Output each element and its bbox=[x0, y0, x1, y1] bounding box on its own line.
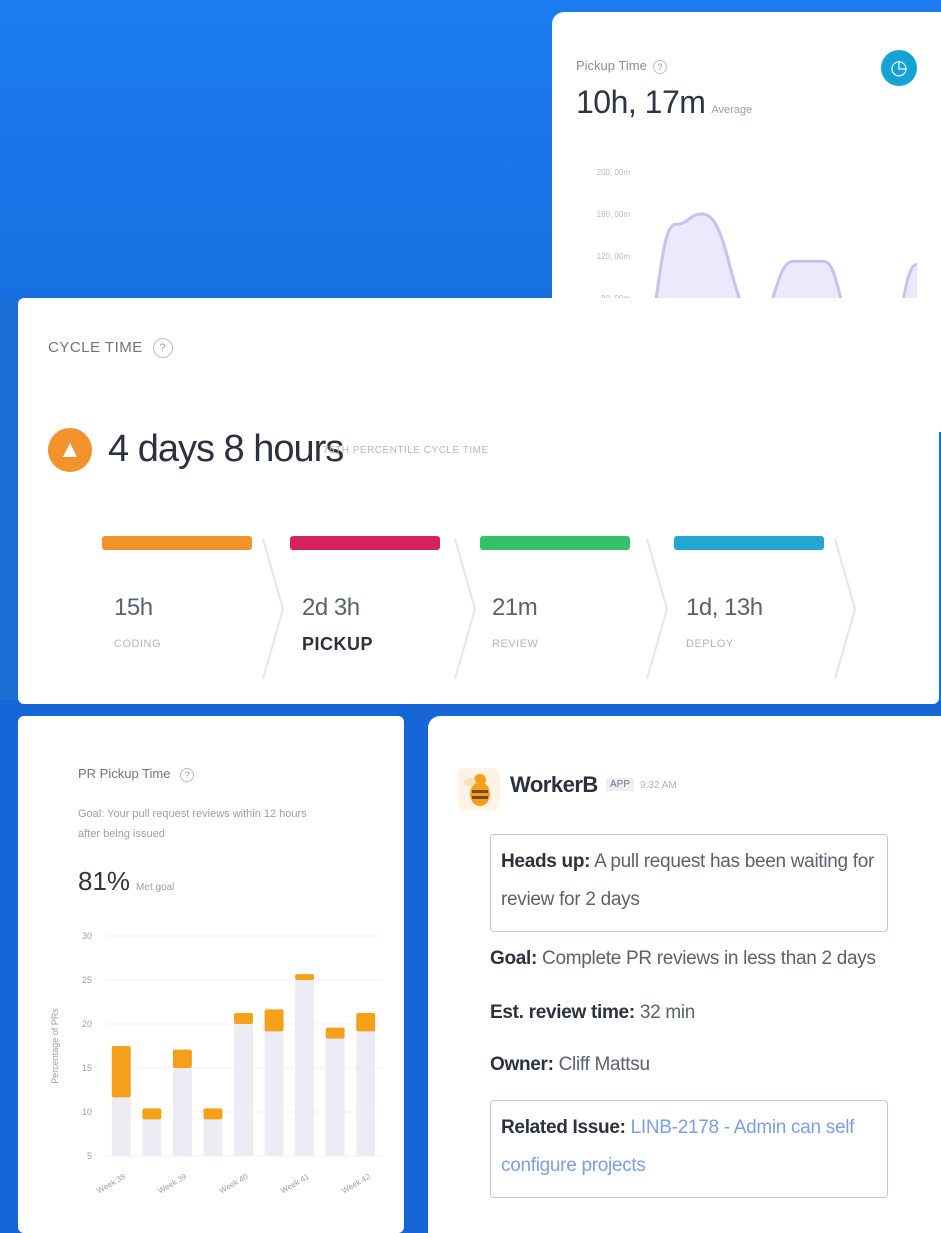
stage-bar bbox=[674, 536, 824, 550]
x-tick-label: Week 38 bbox=[95, 1172, 127, 1196]
cycle-time-card: CYCLE TIME? ▲ 4 days 8 hours 75TH PERCEN… bbox=[18, 298, 939, 704]
stage-time: 2d 3h bbox=[302, 594, 360, 621]
chevron-right-icon bbox=[262, 538, 285, 680]
message-sender[interactable]: WorkerB bbox=[510, 772, 598, 798]
bar-met bbox=[295, 980, 315, 1156]
stage-bar bbox=[102, 536, 252, 550]
bar-missed bbox=[295, 974, 315, 980]
pickup-title: Pickup Time? bbox=[576, 58, 667, 74]
bar-met bbox=[325, 1038, 345, 1156]
heads-up-box: Heads up: A pull request has been waitin… bbox=[490, 834, 888, 932]
cycle-value: 4 days 8 hours bbox=[108, 428, 344, 470]
owner-value: Cliff Mattsu bbox=[558, 1054, 650, 1075]
chevron-right-icon bbox=[454, 538, 477, 680]
pr-title: PR Pickup Time ? bbox=[78, 766, 195, 782]
app-tag: APP bbox=[606, 778, 635, 791]
x-tick-label: Week 42 bbox=[340, 1172, 372, 1196]
help-icon[interactable]: ? bbox=[152, 338, 173, 358]
pr-value: 81% Met goal bbox=[78, 866, 174, 897]
pickup-value-text: 10h, 17m bbox=[576, 84, 706, 120]
stage-label: DEPLOY bbox=[686, 638, 734, 650]
bar-missed bbox=[172, 1049, 192, 1068]
stage-time: 21m bbox=[492, 594, 538, 621]
y-tick-label: 10 bbox=[82, 1107, 92, 1117]
bar-met bbox=[234, 1024, 253, 1156]
y-tick-label: 5 bbox=[87, 1151, 92, 1161]
x-tick-label: Week 40 bbox=[218, 1172, 250, 1196]
pr-bar-chart: 30 25 20 15 10 5 Percentage of PRs Week 38 Week … bbox=[50, 931, 381, 1196]
message-card: WorkerB APP 9:32 AM Heads up: A pull req… bbox=[428, 716, 941, 1233]
pr-pickup-card: PR Pickup Time ? Goal: Your pull request… bbox=[18, 716, 404, 1233]
speedometer-icon: ▲ bbox=[48, 428, 92, 472]
help-icon[interactable]: ? bbox=[652, 59, 667, 74]
y-tick-label: 30 bbox=[82, 931, 92, 941]
bar-missed bbox=[142, 1108, 162, 1120]
stage-time: 15h bbox=[114, 594, 153, 621]
stage-bar bbox=[290, 536, 440, 550]
y-tick-label: 15 bbox=[82, 1063, 92, 1073]
chevron-right-icon bbox=[646, 538, 669, 680]
pickup-value-suffix: Average bbox=[711, 104, 753, 116]
bar-met bbox=[172, 1068, 192, 1156]
help-icon[interactable]: ? bbox=[180, 767, 195, 782]
stage-label: REVIEW bbox=[492, 638, 539, 650]
bar-met bbox=[203, 1119, 223, 1156]
bee-icon bbox=[464, 774, 490, 806]
est-review-label: Est. review time: bbox=[490, 1002, 635, 1023]
avatar bbox=[458, 768, 500, 810]
bar-met bbox=[111, 1097, 131, 1156]
bar-missed bbox=[264, 1009, 284, 1032]
est-review-value: 32 min bbox=[639, 1002, 696, 1023]
cycle-subtitle: 75TH PERCENTILE CYCLE TIME bbox=[323, 445, 489, 456]
y-tick-label: 20 bbox=[82, 1019, 92, 1029]
x-tick-label: Week 39 bbox=[157, 1172, 189, 1196]
y-tick-label: 200, 00m bbox=[597, 168, 631, 177]
bar-missed bbox=[356, 1013, 376, 1032]
stage-label: CODING bbox=[114, 638, 161, 650]
heads-up-label: Heads up: bbox=[501, 851, 591, 872]
est-review-line: Est. review time: 32 min bbox=[490, 1002, 695, 1024]
stage-time: 1d, 13h bbox=[686, 594, 763, 621]
pr-goal-text: Goal: Your pull request reviews within 1… bbox=[78, 808, 307, 840]
bar-missed bbox=[234, 1013, 253, 1024]
clock-icon: ◷ bbox=[881, 50, 917, 86]
pickup-title-text: Pickup Time bbox=[576, 58, 647, 73]
x-tick-label: Week 41 bbox=[279, 1172, 311, 1196]
message-time: 9:32 AM bbox=[640, 780, 677, 791]
bar-met bbox=[264, 1031, 284, 1156]
y-axis-label: Percentage of PRs bbox=[50, 1008, 60, 1084]
y-tick-label: 25 bbox=[82, 975, 92, 985]
bar-missed bbox=[325, 1027, 345, 1039]
pr-value-text: 81% bbox=[78, 866, 131, 896]
owner-label: Owner: bbox=[490, 1054, 554, 1075]
stage-bar bbox=[480, 536, 630, 550]
bar-met bbox=[356, 1031, 376, 1156]
related-issue-label: Related Issue: bbox=[501, 1117, 626, 1138]
stage-label: PICKUP bbox=[302, 634, 374, 654]
goal-label: Goal: bbox=[490, 948, 538, 969]
pr-title-text: PR Pickup Time bbox=[78, 766, 171, 781]
pr-value-suffix: Met goal bbox=[136, 882, 175, 893]
y-tick-label: 160, 00m bbox=[597, 210, 631, 219]
chevron-right-icon bbox=[834, 538, 857, 680]
owner-line: Owner: Cliff Mattsu bbox=[490, 1054, 650, 1076]
cycle-title: CYCLE TIME? bbox=[48, 338, 173, 358]
pickup-value: 10h, 17m Average bbox=[576, 84, 752, 121]
related-issue-box: Related Issue: LINB-2178 - Admin can sel… bbox=[490, 1100, 888, 1198]
y-tick-label: 120, 00m bbox=[597, 252, 631, 261]
goal-text: Complete PR reviews in less than 2 days bbox=[542, 948, 876, 969]
bar-met bbox=[142, 1119, 162, 1156]
cycle-title-text: CYCLE TIME bbox=[48, 338, 143, 356]
goal-line: Goal: Complete PR reviews in less than 2… bbox=[490, 948, 876, 970]
bar-missed bbox=[203, 1108, 223, 1120]
bar-missed bbox=[111, 1046, 131, 1098]
